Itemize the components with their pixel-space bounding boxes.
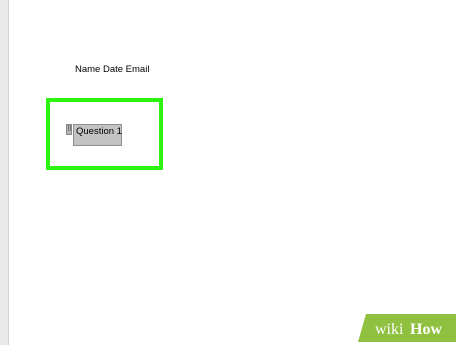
content-control-field[interactable]: Question 1 [73, 124, 122, 146]
content-control[interactable]: ⠿ Question 1 [66, 124, 122, 146]
watermark-wiki-text: wiki [375, 321, 404, 338]
wikihow-watermark: wiki How [358, 314, 456, 342]
watermark-how-text: How [410, 321, 442, 338]
left-ruler-gutter [0, 0, 9, 345]
content-control-placeholder[interactable]: Question 1 [76, 126, 122, 137]
document-page[interactable]: Name Date Email ⠿ Question 1 [9, 0, 460, 345]
content-control-handle-icon[interactable]: ⠿ [66, 124, 72, 135]
wikihow-logo-icon: wiki How [358, 314, 456, 342]
header-line-text[interactable]: Name Date Email [75, 64, 149, 75]
